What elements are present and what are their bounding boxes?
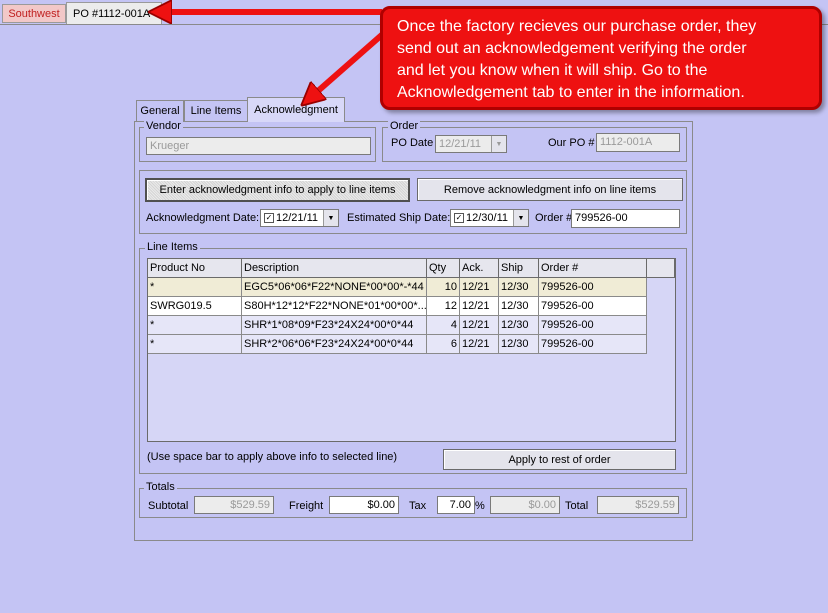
callout-line-3: and let you know when it will ship. Go t… (397, 62, 708, 79)
instruction-callout: Once the factory recieves our purchase o… (380, 6, 822, 110)
callout-line-1: Once the factory recieves our purchase o… (397, 18, 757, 35)
callout-line-4: Acknowledgement tab to enter in the info… (397, 84, 745, 101)
callout-line-2: send out an acknowledgement verifying th… (397, 40, 747, 57)
